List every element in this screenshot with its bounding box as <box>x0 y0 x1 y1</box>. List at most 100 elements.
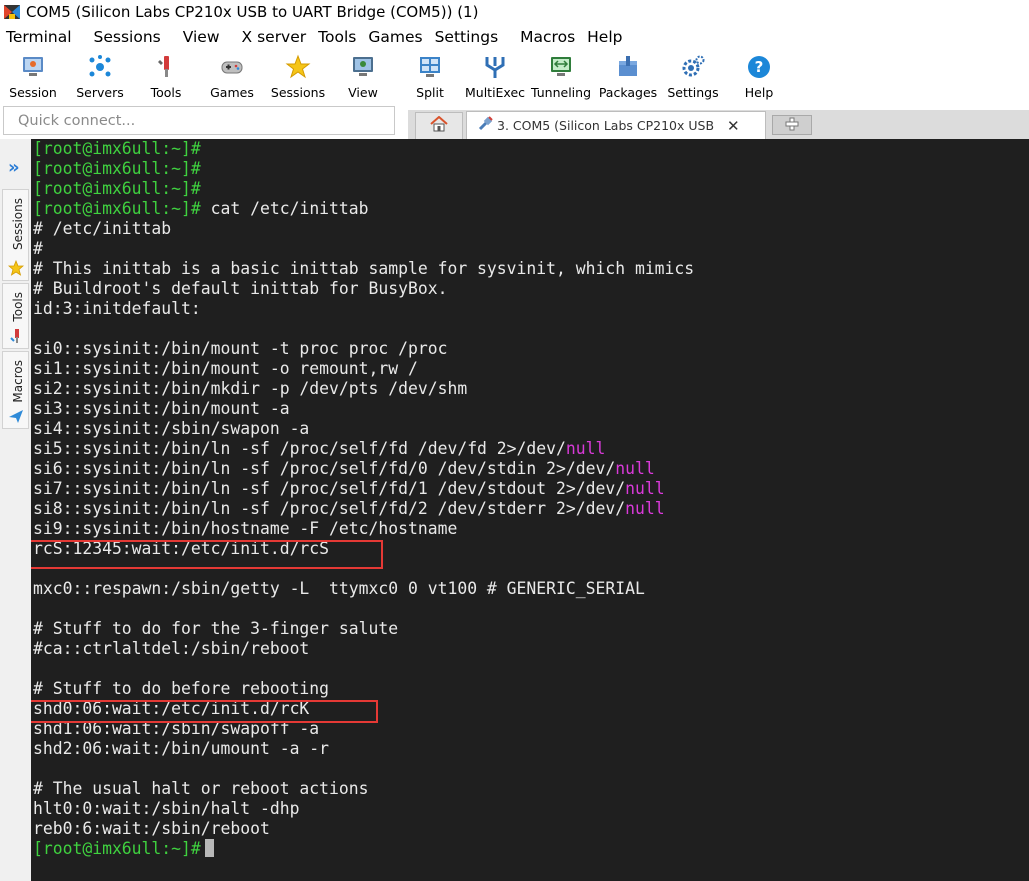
highlighted-keyword: null <box>625 479 665 498</box>
star-icon <box>7 259 25 280</box>
shell-prompt: [root@imx6ull:~]# <box>33 199 201 218</box>
terminal-line: si0::sysinit:/bin/mount -t proc proc /pr… <box>33 339 694 359</box>
side-panel: » Sessions Tools Macros <box>0 139 31 881</box>
menu-bar: Terminal Sessions View X server Tools Ga… <box>0 25 1029 49</box>
tools-button[interactable]: Tools <box>140 50 192 102</box>
terminal-line: [root@imx6ull:~]# <box>33 179 694 199</box>
terminal-output[interactable]: [root@imx6ull:~]# [root@imx6ull:~]# [root@… <box>31 139 1029 881</box>
svg-text:?: ? <box>755 58 764 76</box>
shell-prompt: [root@imx6ull:~]# <box>33 839 201 858</box>
terminal-line: si3::sysinit:/bin/mount -a <box>33 399 694 419</box>
line-text: #ca::ctrlaltdel:/sbin/reboot <box>33 639 310 658</box>
menu-terminal[interactable]: Terminal <box>0 28 78 46</box>
session-button[interactable]: Session <box>4 50 62 102</box>
home-tab[interactable] <box>415 112 463 139</box>
split-button[interactable]: Split <box>404 50 456 102</box>
window-title: COM5 (Silicon Labs CP210x USB to UART Br… <box>26 3 479 21</box>
line-text: # /etc/inittab <box>33 219 172 238</box>
terminal-line: # Stuff to do before rebooting <box>33 679 694 699</box>
line-text: # <box>33 239 43 258</box>
highlight-box-rck <box>31 700 378 723</box>
view-icon <box>349 53 377 81</box>
terminal-lines: [root@imx6ull:~]# [root@imx6ull:~]# [root@… <box>33 139 694 859</box>
line-text: si2::sysinit:/bin/mkdir -p /dev/pts /dev… <box>33 379 468 398</box>
terminal-line: si1::sysinit:/bin/mount -o remount,rw / <box>33 359 694 379</box>
terminal-line: # Buildroot's default inittab for BusyBo… <box>33 279 694 299</box>
new-tab-button[interactable] <box>772 115 812 135</box>
tab-row: 3. COM5 (Silicon Labs CP210x USB ✕ <box>0 104 1029 139</box>
terminal-line: reb0:6:wait:/sbin/reboot <box>33 819 694 839</box>
terminal-line: # Stuff to do for the 3-finger salute <box>33 619 694 639</box>
title-bar: COM5 (Silicon Labs CP210x USB to UART Br… <box>0 0 1029 24</box>
menu-sessions[interactable]: Sessions <box>88 28 167 46</box>
menu-macros[interactable]: Macros <box>514 28 581 46</box>
menu-games[interactable]: Games <box>362 28 428 46</box>
terminal-line: si9::sysinit:/bin/hostname -F /etc/hostn… <box>33 519 694 539</box>
terminal-line: # This inittab is a basic inittab sample… <box>33 259 694 279</box>
servers-icon <box>86 53 114 81</box>
terminal-line: si6::sysinit:/bin/ln -sf /proc/self/fd/0… <box>33 459 694 479</box>
games-icon <box>218 53 246 81</box>
line-text: si4::sysinit:/sbin/swapon -a <box>33 419 310 438</box>
line-text: si7::sysinit:/bin/ln -sf /proc/self/fd/1… <box>33 479 626 498</box>
tools-icon <box>152 53 180 81</box>
tunneling-button[interactable]: Tunneling <box>531 50 591 102</box>
side-tab-sessions[interactable]: Sessions <box>2 189 29 281</box>
line-text: # This inittab is a basic inittab sample… <box>33 259 695 278</box>
send-arrow-icon <box>8 408 24 428</box>
menu-tools[interactable]: Tools <box>312 28 362 46</box>
highlighted-keyword: null <box>615 459 655 478</box>
line-text: si0::sysinit:/bin/mount -t proc proc /pr… <box>33 339 448 358</box>
menu-settings[interactable]: Settings <box>429 28 505 46</box>
line-text: id:3:initdefault: <box>33 299 201 318</box>
split-icon <box>416 53 444 81</box>
side-tab-macros[interactable]: Macros <box>2 351 29 429</box>
sessions-button[interactable]: Sessions <box>268 50 328 102</box>
terminal-line: [root@imx6ull:~]# <box>33 159 694 179</box>
line-text: si9::sysinit:/bin/hostname -F /etc/hostn… <box>33 519 458 538</box>
menu-view[interactable]: View <box>177 28 226 46</box>
help-button[interactable]: ? Help <box>733 50 785 102</box>
terminal-line: [root@imx6ull:~]# cat /etc/inittab <box>33 199 694 219</box>
terminal-line: [root@imx6ull:~]# <box>33 139 694 159</box>
line-text: si5::sysinit:/bin/ln -sf /proc/self/fd /… <box>33 439 566 458</box>
session-icon <box>19 53 47 81</box>
settings-button[interactable]: Settings <box>667 50 719 102</box>
terminal-line: # <box>33 239 694 259</box>
gear-icon <box>679 53 707 81</box>
terminal-line: hlt0:0:wait:/sbin/halt -dhp <box>33 799 694 819</box>
menu-x-server[interactable]: X server <box>236 28 313 46</box>
packages-icon <box>614 53 642 81</box>
packages-button[interactable]: Packages <box>598 50 658 102</box>
games-button[interactable]: Games <box>206 50 258 102</box>
line-text: # Stuff to do before rebooting <box>33 679 330 698</box>
highlighted-keyword: null <box>565 439 606 458</box>
quick-connect-input[interactable] <box>3 106 395 135</box>
terminal-line: si8::sysinit:/bin/ln -sf /proc/self/fd/2… <box>33 499 694 519</box>
line-text: si3::sysinit:/bin/mount -a <box>33 399 290 418</box>
line-text: si8::sysinit:/bin/ln -sf /proc/self/fd/2… <box>33 499 626 518</box>
view-button[interactable]: View <box>337 50 389 102</box>
multiexec-button[interactable]: MultiExec <box>465 50 525 102</box>
app-logo-icon <box>3 3 21 21</box>
terminal-line: # The usual halt or reboot actions <box>33 779 694 799</box>
side-tab-tools[interactable]: Tools <box>2 283 29 349</box>
line-text: reb0:6:wait:/sbin/reboot <box>33 819 270 838</box>
home-icon <box>430 115 448 136</box>
servers-button[interactable]: Servers <box>70 50 130 102</box>
terminal-line: # /etc/inittab <box>33 219 694 239</box>
terminal-line: mxc0::respawn:/sbin/getty -L ttymxc0 0 v… <box>33 579 694 599</box>
tab-com5-session[interactable]: 3. COM5 (Silicon Labs CP210x USB ✕ <box>466 111 766 139</box>
close-icon[interactable]: ✕ <box>727 117 740 135</box>
shell-prompt: [root@imx6ull:~]# <box>33 179 201 198</box>
tab-label: 3. COM5 (Silicon Labs CP210x USB <box>497 118 715 133</box>
plus-icon <box>785 116 799 135</box>
line-text: shd2:06:wait:/bin/umount -a -r <box>33 739 330 758</box>
expand-chevron-icon[interactable]: » <box>8 157 20 178</box>
menu-help[interactable]: Help <box>581 28 628 46</box>
tunneling-icon <box>547 53 575 81</box>
line-text: si6::sysinit:/bin/ln -sf /proc/self/fd/0… <box>33 459 616 478</box>
